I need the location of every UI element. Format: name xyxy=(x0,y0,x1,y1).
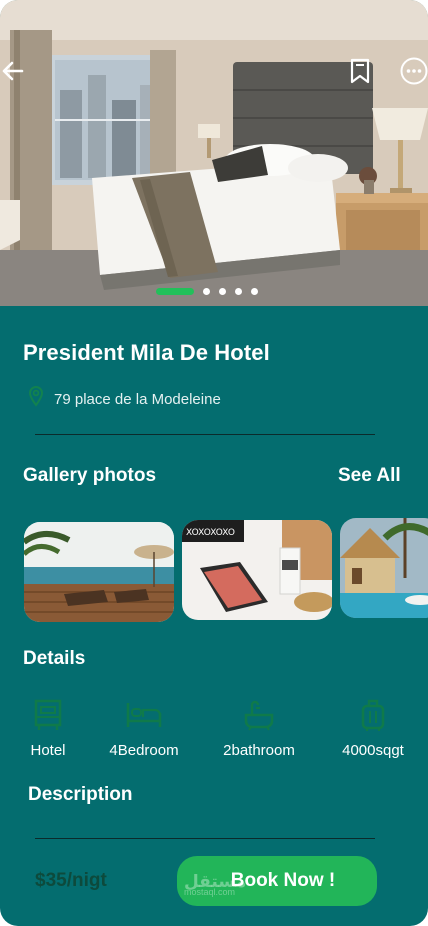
carousel-indicator xyxy=(156,288,258,295)
hotel-icon xyxy=(34,699,62,730)
hotel-room-photo xyxy=(0,0,428,306)
hotel-name: President Mila De Hotel xyxy=(23,340,270,365)
carousel-dot[interactable] xyxy=(219,288,226,295)
detail-label: 4Bedroom xyxy=(109,742,179,759)
luggage-icon xyxy=(361,699,385,731)
bookmark-button[interactable] xyxy=(345,56,375,86)
hotel-detail-screen: President Mila De Hotel 79 place de la M… xyxy=(0,0,428,926)
more-options-button[interactable] xyxy=(399,56,428,86)
divider xyxy=(35,434,375,435)
tablet-desk-photo: XOXOXOXO xyxy=(182,520,332,620)
bathtub-icon xyxy=(244,700,274,731)
detail-hotel: Hotel xyxy=(24,697,72,759)
description-heading: Description xyxy=(28,784,133,805)
detail-bedrooms: 4Bedroom xyxy=(102,697,186,759)
watermark-url: mostaql.com xyxy=(184,887,236,897)
carousel-dot-active[interactable] xyxy=(156,288,194,295)
pool-terrace-photo xyxy=(24,522,174,622)
hotel-address: 79 place de la Modeleine xyxy=(28,383,221,408)
carousel-dot[interactable] xyxy=(251,288,258,295)
details-heading: Details xyxy=(23,648,86,669)
detail-area: 4000sqgt xyxy=(334,697,412,759)
gallery-photo[interactable] xyxy=(24,522,174,622)
carousel-dot[interactable] xyxy=(203,288,210,295)
gallery-list: XOXOXOXO xyxy=(0,518,428,622)
detail-bathrooms: 2bathroom xyxy=(214,697,304,759)
carousel-dot[interactable] xyxy=(235,288,242,295)
detail-label: 4000sqgt xyxy=(342,742,404,759)
detail-label: Hotel xyxy=(30,742,66,759)
watermark-logo: مستقل mostaql.com xyxy=(184,872,247,897)
gallery-heading: Gallery photos xyxy=(23,465,157,486)
location-pin-icon xyxy=(28,385,44,407)
bookmark-icon xyxy=(350,58,370,84)
hero-photo-carousel[interactable] xyxy=(0,0,428,306)
svg-text:XOXOXOXO: XOXOXOXO xyxy=(186,528,235,538)
arrow-left-icon xyxy=(2,61,24,81)
resort-pool-photo xyxy=(340,518,428,618)
price-per-night: $35/nigt xyxy=(35,870,107,891)
see-all-link[interactable]: See All xyxy=(338,465,401,487)
gallery-photo[interactable] xyxy=(340,518,428,618)
more-horizontal-icon xyxy=(400,57,428,85)
bed-icon xyxy=(126,703,162,727)
watermark-arabic: مستقل xyxy=(184,872,247,891)
book-now-label: Book Now ! xyxy=(230,870,336,891)
back-button[interactable] xyxy=(0,56,28,86)
divider xyxy=(35,838,375,839)
address-text: 79 place de la Modeleine xyxy=(54,391,221,408)
detail-label: 2bathroom xyxy=(223,742,295,759)
gallery-photo[interactable]: XOXOXOXO xyxy=(182,520,332,620)
